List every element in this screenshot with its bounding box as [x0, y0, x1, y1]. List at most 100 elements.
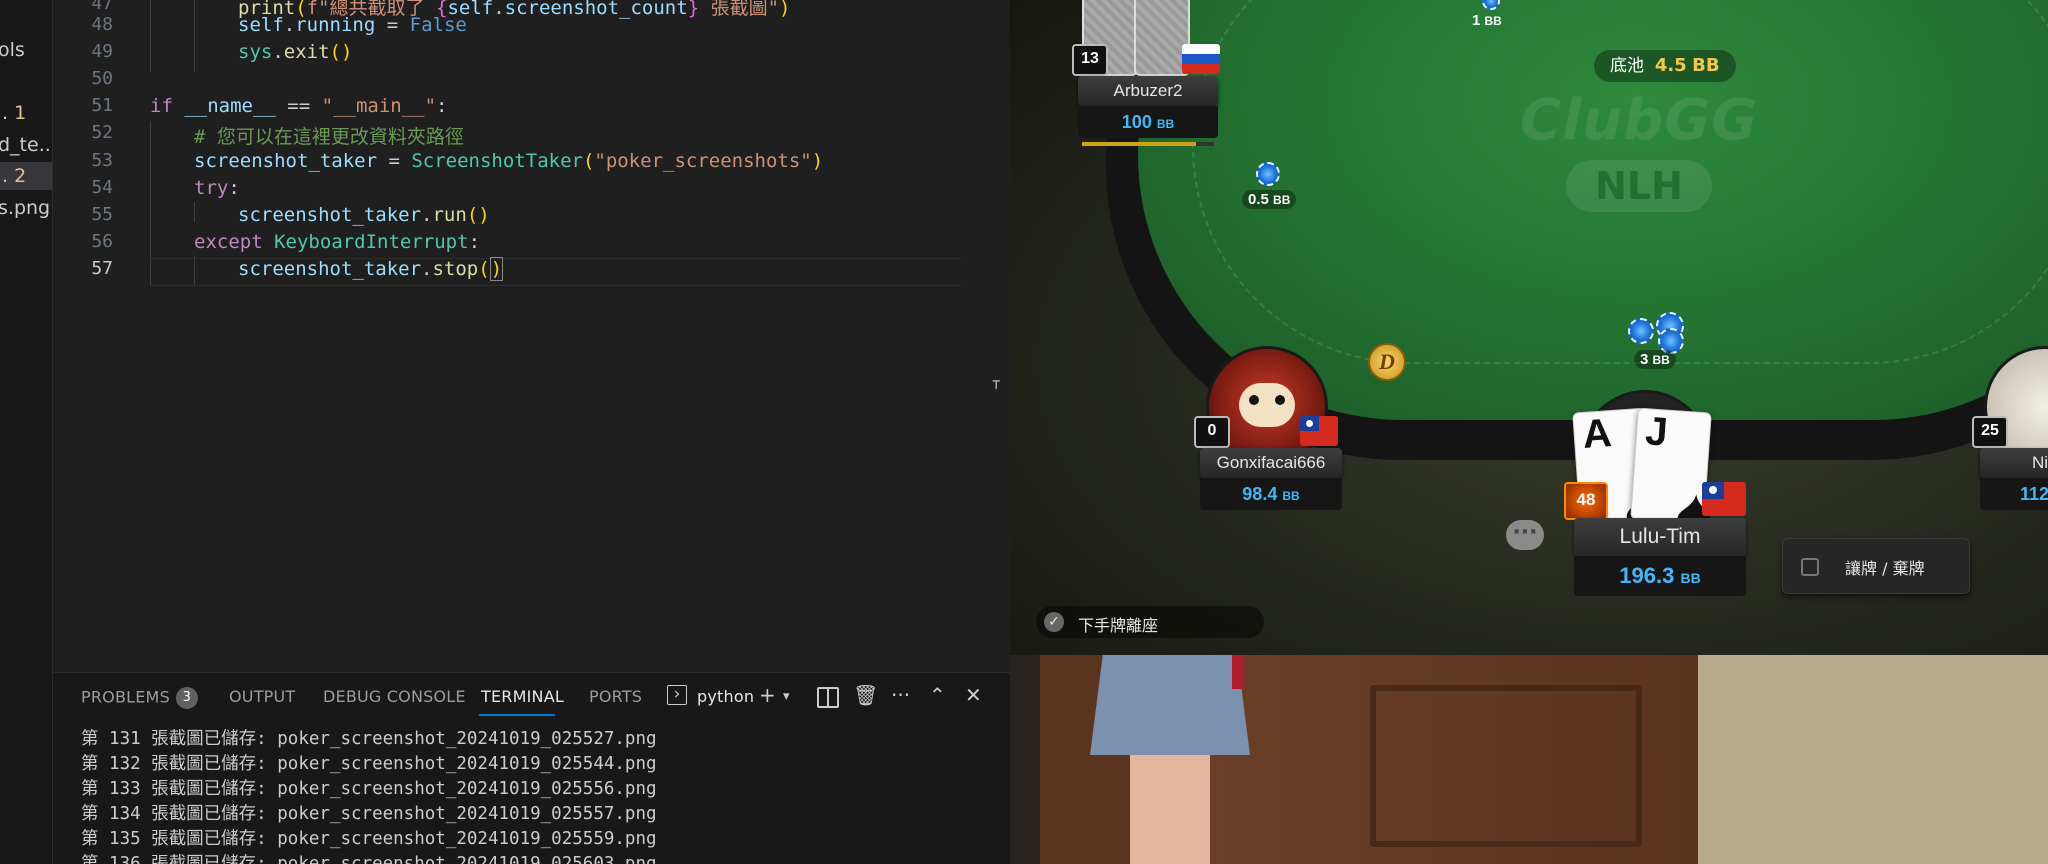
player-name-gonxifacai666[interactable]: Gonxifacai666 [1200, 448, 1342, 478]
poker-table-window: ClubGG NLH 底池 4.5 BB 1 BB 13 Arbuzer2 10… [1010, 0, 2048, 655]
stack-value: 98.4 [1242, 484, 1278, 504]
terminal-line: 第 134 張截圖已儲存: poker_screenshot_20241019_… [81, 804, 657, 824]
timer-bar [1082, 142, 1214, 146]
problems-count-badge: 3 [175, 687, 198, 709]
indent-guide [194, 202, 195, 222]
code-line: if __name__ == "__main__": [150, 95, 448, 117]
more-actions-icon[interactable]: ··· [891, 683, 910, 707]
bet-value: 3 [1640, 351, 1649, 368]
player-stack-hero: 196.3 BB [1574, 556, 1746, 596]
terminal-line: 第 135 張截圖已儲存: poker_screenshot_20241019_… [81, 829, 657, 849]
seat-number-hero: 48 [1564, 482, 1608, 520]
explorer-item[interactable]: s.png [0, 194, 52, 222]
top-bet-amount: 1 BB [1472, 12, 1502, 29]
seat-number: 25 [1972, 416, 2008, 448]
player-name-arbuzer2[interactable]: Arbuzer2 [1078, 76, 1218, 106]
terminal-line: 第 136 張截圖已儲存: poker_screenshot_20241019_… [81, 854, 657, 864]
tab-ports[interactable]: PORTS [589, 687, 642, 706]
bet-value: 0.5 [1248, 191, 1269, 208]
player-stack-nik: 112. [1980, 478, 2048, 510]
player-stack-arbuzer2: 100 BB [1078, 106, 1218, 138]
close-panel-icon[interactable]: ✕ [965, 683, 982, 707]
code-line: except KeyboardInterrupt: [194, 231, 481, 253]
stack-value: 100 [1121, 112, 1152, 132]
bet-amount-hero: 3 BB [1634, 350, 1676, 369]
terminal-line: 第 131 張截圖已儲存: poker_screenshot_20241019_… [81, 729, 657, 749]
sit-out-label: 下手牌離座 [1078, 616, 1159, 635]
line-number: 56 [91, 231, 113, 252]
checkmark-icon: ✓ [1044, 612, 1064, 632]
line-number: 47 [91, 0, 113, 14]
russia-flag-icon [1182, 44, 1220, 74]
stack-value: 196.3 [1619, 563, 1675, 588]
code-line: screenshot_taker.run() [238, 204, 490, 226]
add-terminal-icon[interactable]: + [759, 683, 776, 707]
bet-amount-arbuzer2: 0.5 BB [1242, 190, 1297, 209]
check-fold-button[interactable]: 讓牌 / 棄牌 [1782, 538, 1970, 594]
terminal-python-icon: › [667, 685, 687, 705]
pot-value: 4.5 [1654, 55, 1687, 76]
chevron-down-icon[interactable]: ▾ [783, 689, 790, 704]
code-line: screenshot_taker = ScreenshotTaker("poke… [194, 150, 824, 172]
vscode-window: ols . 1 d_te... . 2 s.png 47 print(f"總共截… [0, 0, 1010, 864]
player-name-nik[interactable]: Nik [1980, 448, 2048, 478]
code-line: sys.exit() [238, 41, 353, 63]
chip-icon [1628, 318, 1654, 344]
code-line: self.running = False [238, 14, 467, 36]
maximize-panel-icon[interactable]: ⌃ [929, 683, 946, 707]
split-terminal-icon[interactable] [817, 687, 839, 708]
explorer-item[interactable]: . 1 [0, 99, 52, 127]
bb-unit: BB [1156, 117, 1175, 131]
explorer-item-label: s.png [0, 197, 51, 219]
check-fold-checkbox[interactable] [1801, 558, 1819, 576]
explorer-item-selected[interactable]: . 2 [0, 162, 52, 190]
dealer-button: D [1368, 343, 1406, 381]
bb-unit: BB [1692, 55, 1720, 76]
chat-bubble-icon[interactable]: ··· [1506, 520, 1544, 550]
resize-handle-icon[interactable]: ⊤ [992, 377, 1000, 393]
terminal-line: 第 132 張截圖已儲存: poker_screenshot_20241019_… [81, 754, 657, 774]
explorer-sidebar: ols . 1 d_te... . 2 s.png [0, 0, 53, 864]
explorer-item-label: ols [0, 39, 25, 61]
line-number: 49 [91, 41, 113, 62]
stack-value: 112. [2020, 484, 2048, 504]
code-comment: # 您可以在這裡更改資料夾路徑 [194, 126, 464, 148]
line-number: 53 [91, 150, 113, 171]
background-wall [1698, 655, 2048, 864]
clubgg-logo: ClubGG [1520, 88, 1759, 153]
tab-terminal[interactable]: TERMINAL [481, 687, 564, 706]
active-tab-indicator [479, 714, 555, 716]
explorer-item-label: . 1 [2, 102, 27, 124]
bb-unit: BB [1484, 14, 1502, 28]
code-editor[interactable]: 47 print(f"總共截取了 {self.screenshot_count}… [53, 0, 1010, 672]
nlh-logo: NLH [1566, 160, 1712, 212]
explorer-item[interactable]: d_te... [0, 131, 52, 159]
top-bet-value: 1 [1472, 12, 1481, 29]
line-number: 55 [91, 204, 113, 225]
explorer-item[interactable]: ols [0, 36, 52, 64]
hole-card-jack-spades: J ♠ [1630, 407, 1717, 555]
card-rank: A [1581, 411, 1614, 457]
line-number: 48 [91, 14, 113, 35]
line-number: 52 [91, 122, 113, 143]
terminal-instance-name[interactable]: python [697, 687, 754, 706]
explorer-item-label: d_te... [0, 134, 52, 156]
bb-unit: BB [1282, 489, 1300, 503]
taiwan-flag-icon [1300, 416, 1338, 446]
bb-unit: BB [1273, 193, 1291, 207]
terminal-line: 第 133 張截圖已儲存: poker_screenshot_20241019_… [81, 779, 657, 799]
line-number: 51 [91, 95, 113, 116]
sit-out-next-hand-toggle[interactable]: ✓ 下手牌離座 [1036, 606, 1264, 638]
tab-output[interactable]: OUTPUT [229, 687, 295, 706]
player-name-hero[interactable]: Lulu-Tim [1574, 518, 1746, 556]
video-thumbnail [1010, 655, 1698, 864]
tab-debug-console[interactable]: DEBUG CONSOLE [323, 687, 466, 706]
seat-number: 13 [1072, 44, 1108, 76]
trash-icon[interactable]: 🗑 [853, 683, 878, 707]
player-stack-gonxifacai666: 98.4 BB [1200, 478, 1342, 510]
tab-problems-label: PROBLEMS [81, 687, 170, 707]
tab-problems[interactable]: PROBLEMS 3 [81, 687, 198, 709]
pot-label: 底池 [1610, 56, 1644, 76]
indent-guide [150, 0, 151, 72]
bb-unit: BB [1680, 570, 1701, 586]
